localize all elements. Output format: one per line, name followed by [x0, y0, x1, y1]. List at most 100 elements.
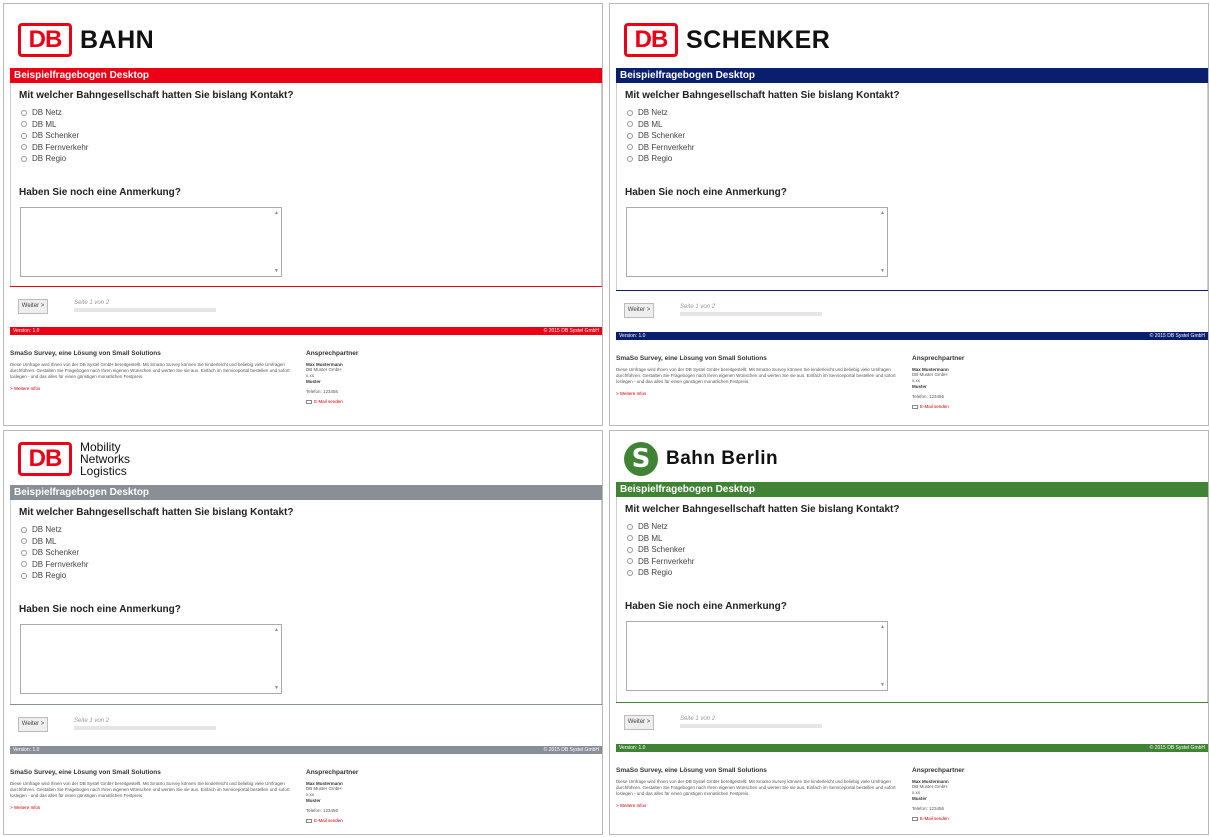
option-db-ml[interactable]: DB ML [627, 533, 1207, 545]
next-button[interactable]: Weiter > [18, 299, 48, 314]
more-info-link[interactable]: > Weitere Infos [616, 391, 906, 396]
option-db-netz[interactable]: DB Netz [627, 107, 1207, 119]
radio-icon[interactable] [627, 109, 633, 116]
email-link[interactable]: E-Mail senden [912, 816, 1052, 821]
copyright-text: © 2015 DB Systel GmbH [543, 328, 599, 334]
survey-title-bar: Beispielfragebogen Desktop [10, 68, 602, 83]
survey-title-bar: Beispielfragebogen Desktop [616, 482, 1208, 497]
radio-icon[interactable] [627, 144, 633, 151]
scroll-up-icon[interactable]: ▲ [274, 210, 279, 216]
radio-icon[interactable] [627, 569, 633, 576]
next-button[interactable]: Weiter > [624, 303, 654, 318]
page-indicator: Seite 1 von 2 [680, 716, 716, 722]
option-db-schenker[interactable]: DB Schenker [21, 547, 601, 559]
option-db-schenker[interactable]: DB Schenker [627, 544, 1207, 556]
radio-icon[interactable] [21, 132, 27, 139]
radio-icon[interactable] [627, 132, 633, 139]
contact-title: Ansprechpartner [306, 769, 359, 776]
navigation-row: Weiter > Seite 1 von 2 [10, 286, 602, 326]
option-db-netz[interactable]: DB Netz [21, 107, 601, 119]
db-logo-icon: DB [624, 23, 678, 57]
radio-icon[interactable] [21, 572, 27, 579]
more-info-link[interactable]: > Weitere Infos [616, 803, 906, 808]
option-db-schenker[interactable]: DB Schenker [627, 130, 1207, 142]
survey-title-bar: Beispielfragebogen Desktop [616, 68, 1208, 83]
radio-icon[interactable] [21, 144, 27, 151]
brand-logo: DB Mobility Networks Logistics [18, 441, 130, 477]
comment-textarea[interactable]: ▲ ▼ [626, 206, 888, 277]
options-list: DB Netz DB ML DB Schenker DB Fernverkehr… [627, 107, 1207, 165]
radio-icon[interactable] [21, 109, 27, 116]
radio-icon[interactable] [627, 523, 633, 530]
option-db-netz[interactable]: DB Netz [21, 524, 601, 536]
email-link[interactable]: E-Mail senden [912, 404, 1052, 409]
db-logo-icon: DB [18, 442, 72, 476]
contact-phone: Telefon: 123456 [912, 806, 945, 811]
brand-logo: DB SCHENKER [624, 22, 830, 58]
question-2-text: Haben Sie noch eine Anmerkung? [625, 186, 787, 198]
footer-title: SmaSo Survey, eine Lösung von Small Solu… [10, 350, 161, 357]
scroll-up-icon[interactable]: ▲ [274, 627, 279, 633]
logo-wordmark: Bahn Berlin [666, 448, 779, 469]
option-db-schenker[interactable]: DB Schenker [21, 130, 601, 142]
mail-icon [912, 404, 918, 409]
more-info-link[interactable]: > Weitere Infos [10, 805, 300, 810]
next-button[interactable]: Weiter > [624, 715, 654, 730]
comment-textarea[interactable]: ▲ ▼ [626, 620, 888, 691]
logo-wordmark: SCHENKER [686, 25, 831, 54]
version-text: Version: 1.0 [13, 328, 40, 334]
mail-icon [306, 818, 312, 823]
option-db-fernverkehr[interactable]: DB Fernverkehr [21, 142, 601, 154]
comment-textarea[interactable]: ▲ ▼ [20, 206, 282, 277]
option-db-ml[interactable]: DB ML [627, 119, 1207, 131]
option-db-fernverkehr[interactable]: DB Fernverkehr [627, 556, 1207, 568]
radio-icon[interactable] [627, 546, 633, 553]
option-db-regio[interactable]: DB Regio [21, 570, 601, 582]
next-button[interactable]: Weiter > [18, 717, 48, 732]
scroll-up-icon[interactable]: ▲ [880, 210, 885, 216]
radio-icon[interactable] [627, 558, 633, 565]
survey-body: Mit welcher Bahngesellschaft hatten Sie … [10, 500, 602, 704]
option-db-regio[interactable]: DB Regio [21, 153, 601, 165]
scroll-up-icon[interactable]: ▲ [880, 624, 885, 630]
navigation-row: Weiter > Seite 1 von 2 [10, 704, 602, 744]
footer-text: Diese Umfrage wird Ihnen von der DB Syst… [616, 779, 896, 796]
contact-city: Muster [306, 379, 321, 384]
radio-icon[interactable] [21, 155, 27, 162]
mail-icon [306, 399, 312, 404]
option-db-regio[interactable]: DB Regio [627, 567, 1207, 579]
survey-panel-mobility: DB Mobility Networks Logistics Beispielf… [3, 430, 603, 835]
question-2-text: Haben Sie noch eine Anmerkung? [19, 603, 181, 615]
progress-bar [680, 724, 822, 728]
radio-icon[interactable] [627, 535, 633, 542]
radio-icon[interactable] [21, 561, 27, 568]
scroll-down-icon[interactable]: ▼ [880, 268, 885, 274]
radio-icon[interactable] [21, 121, 27, 128]
radio-icon[interactable] [21, 538, 27, 545]
option-db-netz[interactable]: DB Netz [627, 521, 1207, 533]
radio-icon[interactable] [627, 121, 633, 128]
radio-icon[interactable] [21, 549, 27, 556]
copyright-text: © 2015 DB Systel GmbH [543, 747, 599, 753]
footer-title: SmaSo Survey, eine Lösung von Small Solu… [616, 767, 767, 774]
footer-title: SmaSo Survey, eine Lösung von Small Solu… [616, 355, 767, 362]
scroll-down-icon[interactable]: ▼ [274, 268, 279, 274]
scroll-down-icon[interactable]: ▼ [274, 685, 279, 691]
option-db-ml[interactable]: DB ML [21, 119, 601, 131]
logo-wordmark: BAHN [80, 25, 155, 54]
version-text: Version: 1.0 [13, 747, 40, 753]
footer-text: Diese Umfrage wird Ihnen von der DB Syst… [10, 781, 290, 798]
options-list: DB Netz DB ML DB Schenker DB Fernverkehr… [21, 524, 601, 582]
option-db-ml[interactable]: DB ML [21, 536, 601, 548]
radio-icon[interactable] [627, 155, 633, 162]
option-db-fernverkehr[interactable]: DB Fernverkehr [627, 142, 1207, 154]
comment-textarea[interactable]: ▲ ▼ [20, 623, 282, 694]
email-link[interactable]: E-Mail senden [306, 818, 446, 823]
more-info-link[interactable]: > Weitere Infos [10, 386, 300, 391]
scroll-down-icon[interactable]: ▼ [880, 682, 885, 688]
option-db-fernverkehr[interactable]: DB Fernverkehr [21, 559, 601, 571]
email-link[interactable]: E-Mail senden [306, 399, 446, 404]
version-text: Version: 1.0 [619, 745, 646, 751]
option-db-regio[interactable]: DB Regio [627, 153, 1207, 165]
radio-icon[interactable] [21, 526, 27, 533]
